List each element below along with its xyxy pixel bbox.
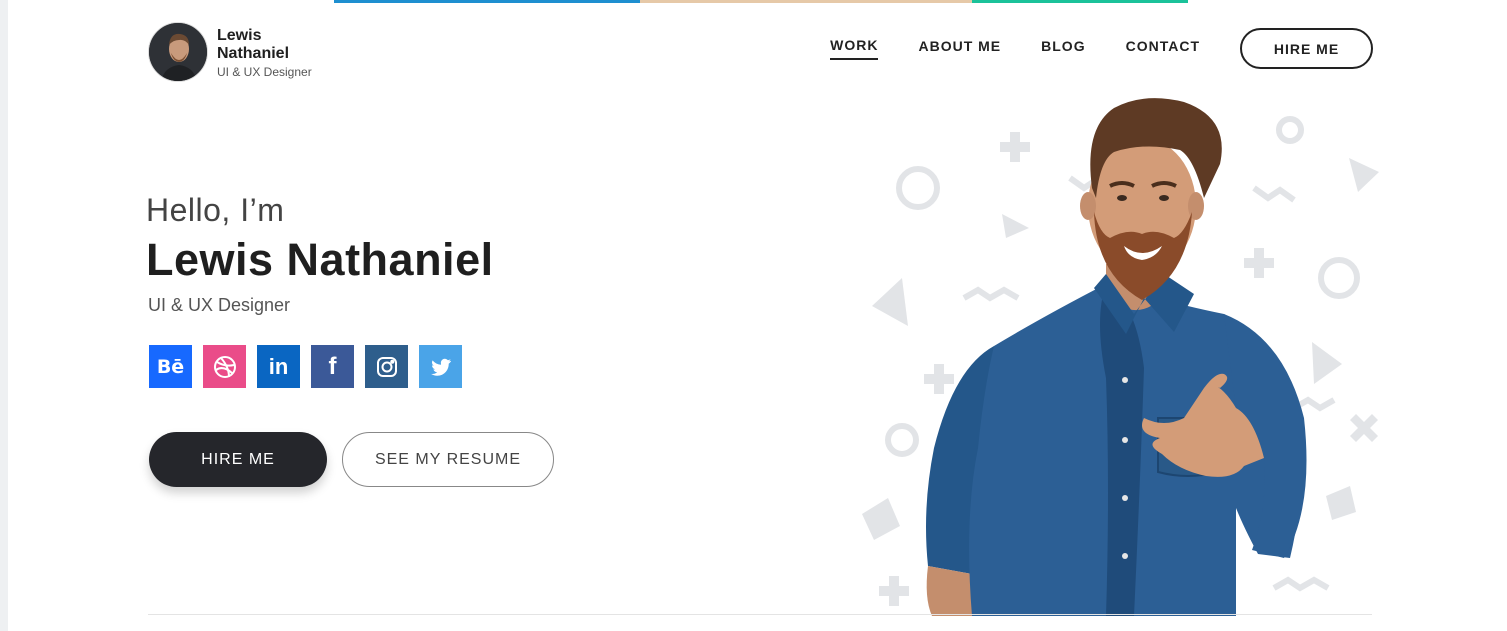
brand-name: Lewis Nathaniel: [217, 26, 290, 62]
top-accent-strip: [972, 0, 1188, 3]
person: [926, 98, 1307, 616]
see-my-resume-button[interactable]: SEE MY RESUME: [342, 432, 554, 487]
brand-role: UI & UX Designer: [217, 64, 312, 79]
nav-item-work[interactable]: WORK: [830, 37, 879, 60]
hero-greeting: Hello, I’m: [146, 192, 285, 228]
nav-item-contact[interactable]: CONTACT: [1126, 38, 1200, 59]
dribbble-icon[interactable]: [203, 345, 246, 388]
twitter-icon[interactable]: [419, 345, 462, 388]
avatar: [148, 22, 208, 82]
avatar-portrait-icon: [149, 23, 207, 81]
social-links: Bē in f: [149, 345, 473, 388]
page: Lewis Nathaniel UI & UX Designer WORK AB…: [8, 0, 1507, 631]
hero-portrait-illustration: [862, 98, 1379, 616]
main-nav: WORK ABOUT ME BLOG CONTACT HIRE ME: [830, 28, 1373, 69]
instagram-icon[interactable]: [365, 345, 408, 388]
hero-name: Lewis Nathaniel: [146, 234, 494, 285]
hire-me-button[interactable]: HIRE ME: [149, 432, 327, 487]
facebook-icon[interactable]: f: [311, 345, 354, 388]
nav-item-about-me[interactable]: ABOUT ME: [918, 38, 1001, 59]
hero-role: UI & UX Designer: [148, 295, 291, 315]
brand[interactable]: Lewis Nathaniel UI & UX Designer: [148, 22, 313, 82]
linkedin-icon[interactable]: in: [257, 345, 300, 388]
nav-item-blog[interactable]: BLOG: [1041, 38, 1085, 59]
top-accent-strip: [640, 0, 972, 3]
hire-me-nav-button[interactable]: HIRE ME: [1240, 28, 1373, 69]
section-divider: [148, 614, 1372, 615]
top-accent-strip: [334, 0, 640, 3]
behance-icon[interactable]: Bē: [149, 345, 192, 388]
